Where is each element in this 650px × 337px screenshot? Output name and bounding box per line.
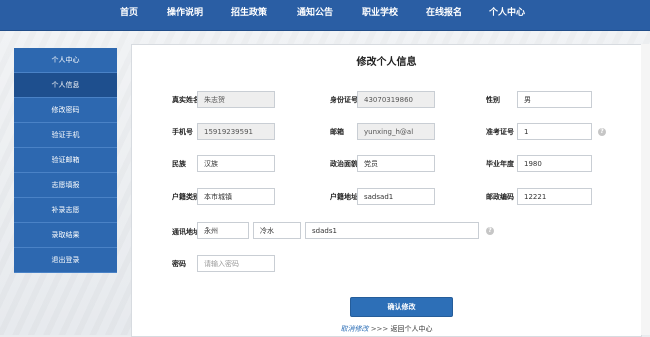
sidebar: 个人中心 个人信息 修改密码 验证手机 验证邮箱 志愿填报 补录志愿 录取结果 … [14, 48, 117, 273]
id-number-label: 身份证号 [330, 96, 358, 104]
sidebar-item-personal-info[interactable]: 个人信息 [14, 73, 117, 98]
page-title: 修改个人信息 [356, 57, 417, 68]
password-field[interactable] [197, 255, 275, 272]
help-icon[interactable]: ? [598, 128, 606, 136]
nav-notices[interactable]: 通知公告 [295, 0, 335, 30]
top-navigation: 首页 操作说明 招生政策 通知公告 职业学校 在线报名 个人中心 [0, 0, 650, 31]
hukou-address-label: 户籍地址 [330, 193, 358, 201]
political-status-label: 政治面貌 [330, 160, 358, 168]
back-to-center-link[interactable]: 返回个人中心 [391, 325, 433, 333]
hukou-type-field[interactable] [197, 188, 275, 205]
sidebar-item-supplementary[interactable]: 补录志愿 [14, 198, 117, 223]
cancel-link[interactable]: 取消修改 [340, 325, 368, 333]
id-number-field[interactable] [357, 91, 435, 108]
ethnicity-label: 民族 [172, 160, 186, 168]
nav-personal-center[interactable]: 个人中心 [487, 0, 527, 30]
gender-field[interactable] [517, 91, 592, 108]
real-name-field[interactable] [197, 91, 275, 108]
footer-links: 取消修改 >>> 返回个人中心 [132, 324, 641, 334]
real-name-label: 真实姓名 [172, 96, 200, 104]
confirm-button[interactable]: 确认修改 [350, 297, 453, 317]
sidebar-item-personal-center[interactable]: 个人中心 [14, 48, 117, 73]
hukou-address-field[interactable] [357, 188, 435, 205]
scrollbar[interactable] [641, 44, 650, 335]
nav-online-registration[interactable]: 在线报名 [424, 0, 464, 30]
sidebar-item-volunteer[interactable]: 志愿填报 [14, 173, 117, 198]
separator-text: >>> [370, 325, 389, 333]
sidebar-item-admission-result[interactable]: 录取结果 [14, 223, 117, 248]
mailing-district-field[interactable] [253, 222, 301, 239]
edit-profile-panel: 修改个人信息 真实姓名 身份证号 性别 手机号 邮箱 准考证号 ? 民族 政治面… [131, 44, 642, 337]
graduation-year-label: 毕业年度 [486, 160, 514, 168]
sidebar-item-verify-phone[interactable]: 验证手机 [14, 123, 117, 148]
hukou-type-label: 户籍类别 [172, 193, 200, 201]
password-label: 密码 [172, 260, 186, 268]
gender-label: 性别 [486, 96, 500, 104]
phone-field[interactable] [197, 123, 275, 140]
email-label: 邮箱 [330, 128, 344, 136]
nav-admission-policy[interactable]: 招生政策 [229, 0, 269, 30]
nav-vocational-schools[interactable]: 职业学校 [360, 0, 400, 30]
ticket-number-label: 准考证号 [486, 128, 514, 136]
sidebar-item-verify-email[interactable]: 验证邮箱 [14, 148, 117, 173]
ethnicity-field[interactable] [197, 155, 275, 172]
ticket-number-field[interactable] [517, 123, 592, 140]
email-field[interactable] [357, 123, 435, 140]
mailing-detail-field[interactable] [305, 222, 479, 239]
graduation-year-field[interactable] [517, 155, 592, 172]
mailing-address-label: 通讯地址 [172, 228, 200, 236]
sidebar-item-logout[interactable]: 退出登录 [14, 248, 117, 273]
help-icon[interactable]: ? [486, 227, 494, 235]
postcode-field[interactable] [517, 188, 592, 205]
postcode-label: 邮政编码 [486, 193, 514, 201]
phone-label: 手机号 [172, 128, 193, 136]
nav-instructions[interactable]: 操作说明 [165, 0, 205, 30]
political-status-field[interactable] [357, 155, 435, 172]
nav-home[interactable]: 首页 [116, 0, 142, 30]
sidebar-item-change-password[interactable]: 修改密码 [14, 98, 117, 123]
mailing-city-field[interactable] [197, 222, 249, 239]
